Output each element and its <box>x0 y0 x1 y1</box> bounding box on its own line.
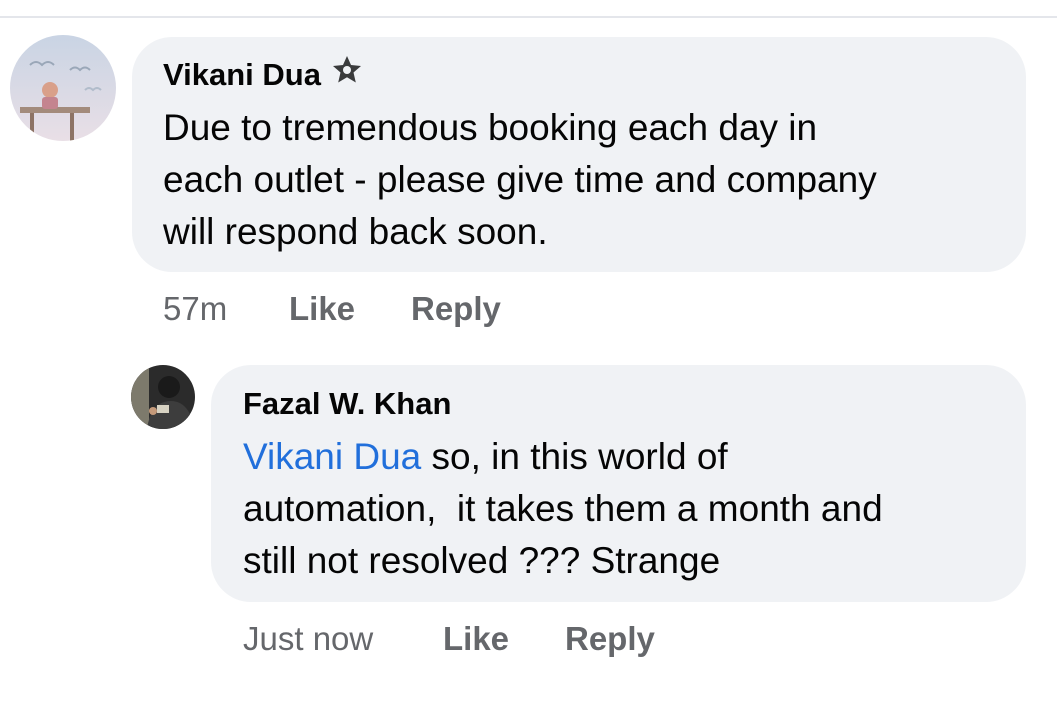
mention-link[interactable]: Vikani Dua <box>243 436 421 477</box>
reply-avatar-image-icon <box>131 365 195 429</box>
comment-text-line-1: Due to tremendous booking each day in <box>163 107 818 148</box>
comment-actions: 57m Like Reply <box>163 289 763 329</box>
avatar-image-icon <box>10 35 116 141</box>
reply-text-line-3: still not resolved ??? Strange <box>243 540 721 581</box>
reply-author[interactable]: Fazal W. Khan <box>243 386 451 422</box>
reply-text-line-1: Vikani Dua so, in this world of <box>243 431 728 483</box>
reply-text-line-1-rest: so, in this world of <box>421 436 728 477</box>
like-button[interactable]: Like <box>289 289 355 329</box>
comment-author[interactable]: Vikani Dua <box>163 54 363 97</box>
top-fan-star-icon <box>331 54 363 94</box>
reply-button[interactable]: Reply <box>411 289 501 329</box>
reply-reply-button[interactable]: Reply <box>565 619 655 659</box>
comment-timestamp[interactable]: 57m <box>163 289 227 329</box>
divider <box>0 16 1057 18</box>
reply-like-button[interactable]: Like <box>443 619 509 659</box>
reply-text-line-2: automation, it takes them a month and <box>243 488 883 529</box>
reply-timestamp[interactable]: Just now <box>243 619 373 659</box>
comment-author-name[interactable]: Vikani Dua <box>163 57 321 92</box>
comment-text-line-3: will respond back soon. <box>163 211 548 252</box>
comment-text-line-2: each outlet - please give time and compa… <box>163 159 877 200</box>
avatar[interactable] <box>10 35 116 141</box>
reply-avatar[interactable] <box>131 365 195 429</box>
reply-actions: Just now Like Reply <box>243 619 843 659</box>
